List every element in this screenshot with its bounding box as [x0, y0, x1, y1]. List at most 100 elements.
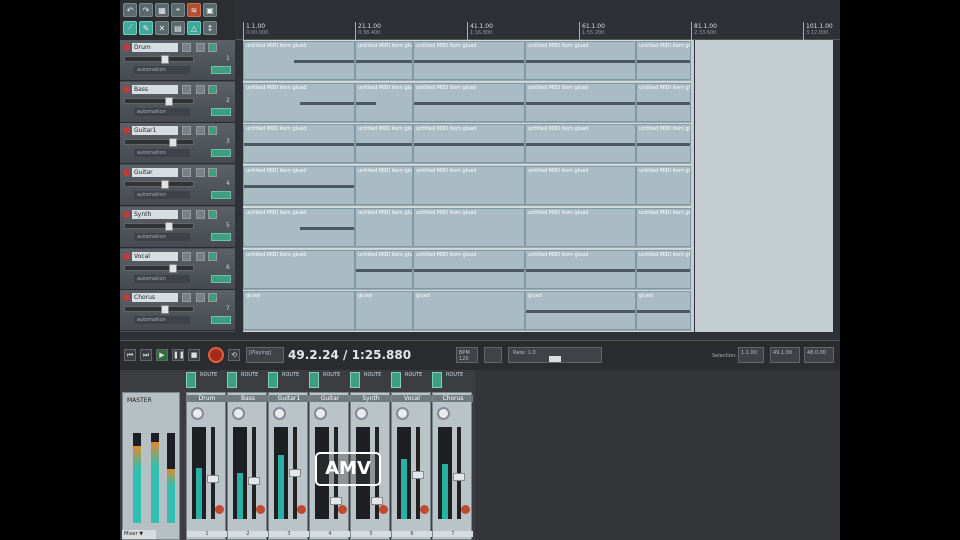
strip-fader-knob[interactable]	[412, 471, 424, 479]
midi-item[interactable]: untitled MIDI item glued	[243, 124, 355, 164]
midi-item[interactable]: untitled MIDI item glued	[413, 249, 525, 289]
track-name-field[interactable]: Guitar1	[132, 126, 178, 136]
strip-fader[interactable]	[453, 427, 465, 519]
mute-button[interactable]	[196, 209, 205, 219]
midi-item[interactable]: untitled MIDI item glued	[525, 41, 636, 80]
undo-icon[interactable]: ↶	[123, 3, 137, 17]
env-button[interactable]	[211, 107, 231, 116]
midi-item[interactable]: untitled MIDI item glued	[636, 124, 691, 164]
automation-mode[interactable]: automation	[134, 149, 190, 158]
fader-knob[interactable]	[161, 180, 169, 190]
strip-name[interactable]: Bass	[228, 395, 268, 402]
record-arm-icon[interactable]	[123, 294, 130, 302]
volume-fader[interactable]	[124, 96, 194, 106]
midi-item[interactable]: glued	[413, 291, 525, 331]
bpm-box[interactable]: BPM 120	[456, 347, 478, 363]
strip-name[interactable]: Guitar1	[269, 395, 309, 402]
track-name-field[interactable]: Chorus	[132, 293, 178, 303]
strip-fader[interactable]	[248, 427, 260, 519]
midi-item[interactable]: glued	[355, 291, 413, 331]
track-header[interactable]: Guitar automation 4	[120, 165, 235, 207]
route-button[interactable]	[227, 372, 237, 388]
pencil-icon[interactable]: ✎	[139, 21, 153, 35]
io-button[interactable]	[182, 126, 191, 136]
env-button[interactable]	[211, 274, 231, 283]
redo-icon[interactable]: ↷	[139, 3, 153, 17]
metronome-icon[interactable]: △	[187, 21, 201, 35]
automation-mode[interactable]: automation	[134, 232, 190, 241]
route-button[interactable]	[391, 372, 401, 388]
fx-button[interactable]	[208, 251, 217, 261]
io-button[interactable]	[182, 84, 191, 94]
midi-item[interactable]: glued	[243, 291, 355, 331]
record-arm-icon[interactable]	[461, 505, 470, 514]
env-button[interactable]	[211, 66, 231, 74]
route-button[interactable]	[432, 372, 442, 388]
fader-knob[interactable]	[165, 221, 173, 231]
go-end-button[interactable]: ⏭	[140, 349, 152, 361]
track-header[interactable]: Chorus automation 7	[120, 290, 235, 332]
fx-button[interactable]	[208, 43, 217, 52]
fx-button[interactable]	[208, 293, 217, 303]
midi-item[interactable]: untitled MIDI item glued	[413, 207, 525, 247]
fader-knob[interactable]	[161, 55, 169, 64]
record-arm-icon[interactable]	[123, 85, 130, 93]
selection-start[interactable]: 1.1.00	[738, 347, 764, 363]
midi-item[interactable]: untitled MIDI item glued	[525, 82, 636, 122]
track-name-field[interactable]: Guitar	[132, 168, 178, 178]
track-name-field[interactable]: Drum	[132, 43, 178, 52]
pan-knob[interactable]	[437, 407, 450, 420]
tap-box[interactable]	[484, 347, 502, 363]
record-arm-icon[interactable]	[123, 44, 130, 51]
strip-name[interactable]: Vocal	[392, 395, 432, 402]
stop-button[interactable]: ■	[188, 349, 200, 361]
fx-button[interactable]	[208, 84, 217, 94]
midi-item[interactable]: untitled MIDI item glued	[636, 207, 691, 247]
record-arm-icon[interactable]	[297, 505, 306, 514]
crossfade-icon[interactable]: ✕	[155, 21, 169, 35]
record-arm-icon[interactable]	[215, 505, 224, 514]
strip-fader-knob[interactable]	[453, 473, 465, 481]
record-arm-icon[interactable]	[338, 505, 347, 514]
record-arm-icon[interactable]	[123, 127, 130, 135]
volume-fader[interactable]	[124, 180, 194, 190]
selection-end[interactable]: 49.1.00	[770, 347, 800, 363]
pan-knob[interactable]	[396, 407, 409, 420]
strip-fader[interactable]	[207, 427, 219, 519]
mute-button[interactable]	[196, 43, 205, 52]
env-button[interactable]	[211, 191, 231, 200]
midi-item[interactable]: untitled MIDI item glued	[636, 41, 691, 80]
env-button[interactable]	[211, 149, 231, 158]
record-arm-icon[interactable]	[123, 252, 130, 260]
env-button[interactable]	[211, 232, 231, 241]
pan-knob[interactable]	[191, 407, 204, 420]
midi-item[interactable]: untitled MIDI item glued	[355, 82, 413, 122]
snap-icon[interactable]: ⌖	[171, 3, 185, 17]
group-icon[interactable]: ▤	[171, 21, 185, 35]
fader-knob[interactable]	[169, 138, 177, 148]
midi-item[interactable]: untitled MIDI item glued	[355, 166, 413, 206]
record-arm-icon[interactable]	[123, 210, 130, 218]
track-name-field[interactable]: Synth	[132, 209, 178, 219]
pan-knob[interactable]	[232, 407, 245, 420]
strip-fader-knob[interactable]	[289, 469, 301, 477]
automation-mode[interactable]: automation	[134, 66, 190, 74]
record-arm-icon[interactable]	[379, 505, 388, 514]
route-button[interactable]	[350, 372, 360, 388]
scroll-icon[interactable]: ↕	[203, 21, 217, 35]
track-header[interactable]: Vocal automation 6	[120, 248, 235, 290]
route-button[interactable]	[268, 372, 278, 388]
track-header[interactable]: Drum automation 1	[120, 40, 235, 81]
pan-knob[interactable]	[273, 407, 286, 420]
route-button[interactable]	[309, 372, 319, 388]
midi-item[interactable]: untitled MIDI item glued	[525, 249, 636, 289]
midi-item[interactable]: glued	[525, 291, 636, 331]
arrange-view[interactable]: glued glued glued glued glued untitled MIDI i…	[243, 40, 833, 332]
track-header[interactable]: Bass automation 2	[120, 81, 235, 123]
env-button[interactable]	[211, 316, 231, 325]
automation-mode[interactable]: automation	[134, 274, 190, 283]
midi-item[interactable]: untitled MIDI item glued	[413, 82, 525, 122]
midi-item[interactable]: untitled MIDI item glued	[525, 124, 636, 164]
go-start-button[interactable]: ⏮	[124, 349, 136, 361]
pan-knob[interactable]	[314, 407, 327, 420]
